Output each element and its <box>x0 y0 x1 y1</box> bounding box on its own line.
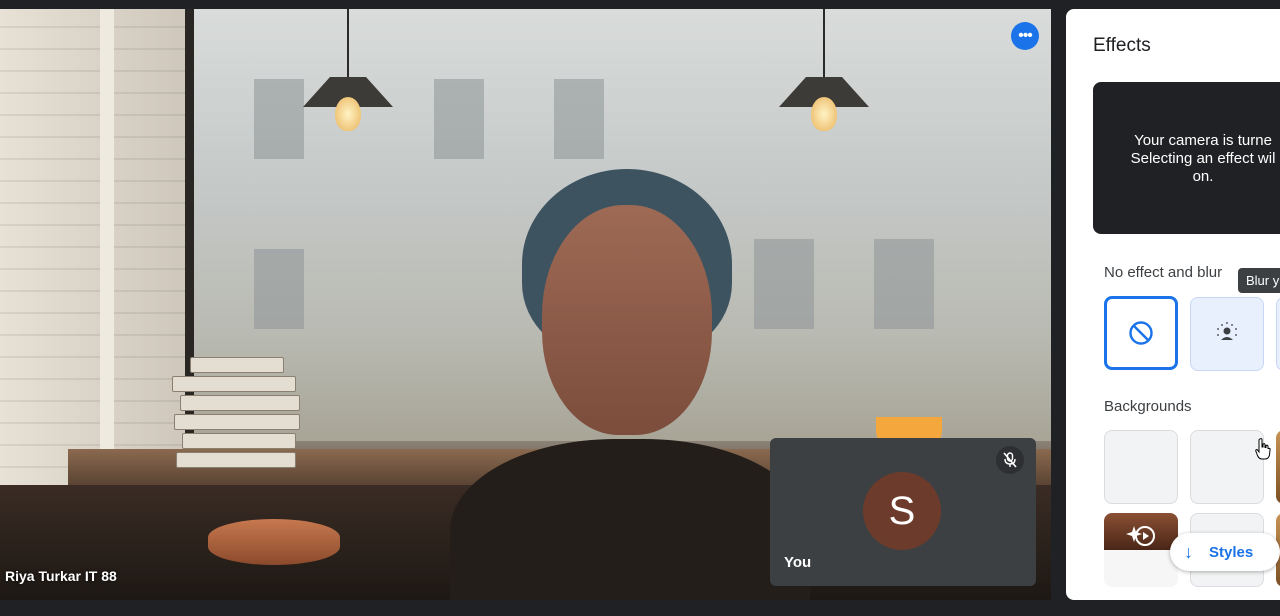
arrow-down-icon: ↓ <box>1184 541 1193 562</box>
section-heading-backgrounds: Backgrounds <box>1104 398 1192 415</box>
stool <box>208 519 340 565</box>
participant-name-label: Riya Turkar IT 88 <box>5 568 117 584</box>
blur-tooltip: Blur y <box>1238 268 1280 293</box>
effects-panel: Effects Your camera is turne Selecting a… <box>1066 9 1280 600</box>
self-view-tile[interactable]: S You <box>770 438 1036 586</box>
self-label: You <box>784 554 812 571</box>
styles-button-label: Styles <box>1209 543 1254 561</box>
blur-person-icon <box>1217 322 1237 340</box>
pendant-lamp <box>303 9 393 131</box>
full-blur-tile[interactable] <box>1276 297 1280 371</box>
sparkle-play-icon <box>1126 526 1155 546</box>
more-options-button[interactable]: ••• <box>1011 22 1039 50</box>
no-effect-tile[interactable] <box>1104 296 1178 370</box>
hand-cursor-icon <box>1255 438 1271 460</box>
styles-button[interactable]: ↓ Styles <box>1170 533 1280 571</box>
background-tile[interactable] <box>1276 430 1280 504</box>
participant-person <box>450 169 810 600</box>
book-stack <box>172 357 302 468</box>
avatar: S <box>863 472 941 550</box>
mic-off-indicator <box>996 446 1024 474</box>
camera-off-message: Your camera is turne Selecting an effect… <box>1093 82 1280 234</box>
background-tile-ai[interactable] <box>1104 513 1178 587</box>
pendant-lamp <box>779 9 869 131</box>
slight-blur-tile[interactable] <box>1190 297 1264 371</box>
background-tile[interactable] <box>1190 430 1264 504</box>
mic-off-icon <box>1003 452 1017 468</box>
section-heading-no-effect: No effect and blur <box>1104 264 1223 281</box>
block-icon <box>1129 321 1153 345</box>
panel-title: Effects <box>1093 35 1151 56</box>
background-tile[interactable] <box>1104 430 1178 504</box>
more-horiz-icon: ••• <box>1018 27 1033 44</box>
